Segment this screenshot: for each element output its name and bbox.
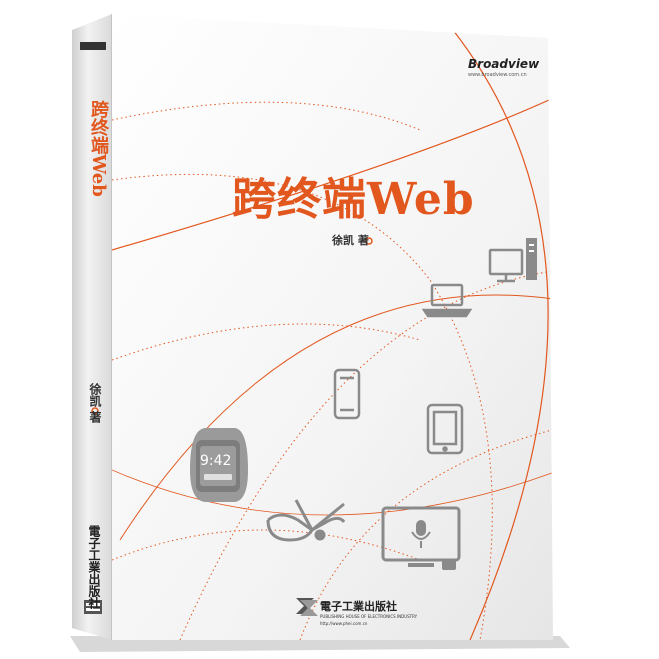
book-front-cover [112, 14, 553, 640]
cover-author: 徐凯 著 [332, 234, 369, 247]
publisher-name: 電子工業出版社 [320, 600, 397, 613]
cover-title: 跨终端Web [232, 174, 475, 225]
spine-title: 跨终端Web [88, 100, 109, 197]
spine-brand-logo-icon [80, 42, 106, 50]
spine-author: 徐凯 著 [88, 383, 102, 424]
spine-publisher: 電子工業出版社 [87, 525, 101, 609]
brand-url: www.broadview.com.cn [468, 72, 527, 78]
publisher-url: http://www.phei.com.cn [320, 621, 368, 626]
watch-time-display: 9:42 [200, 453, 232, 469]
